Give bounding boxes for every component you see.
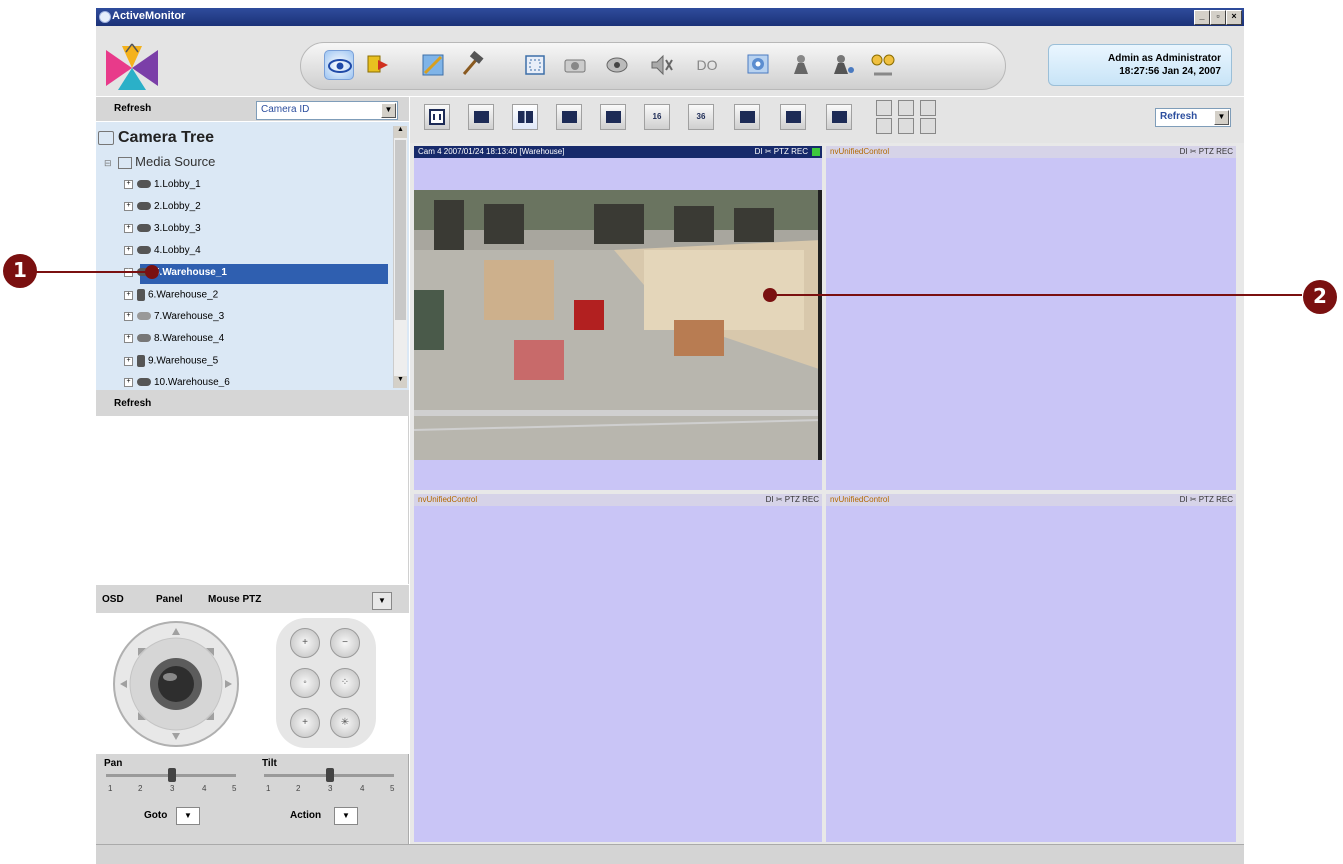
callout-1-dot xyxy=(145,265,159,279)
callout-layer xyxy=(3,254,1337,314)
callout-2-dot xyxy=(763,288,777,302)
callout-2-label: 2 xyxy=(1313,284,1327,308)
callout-1-label: 1 xyxy=(13,258,27,282)
